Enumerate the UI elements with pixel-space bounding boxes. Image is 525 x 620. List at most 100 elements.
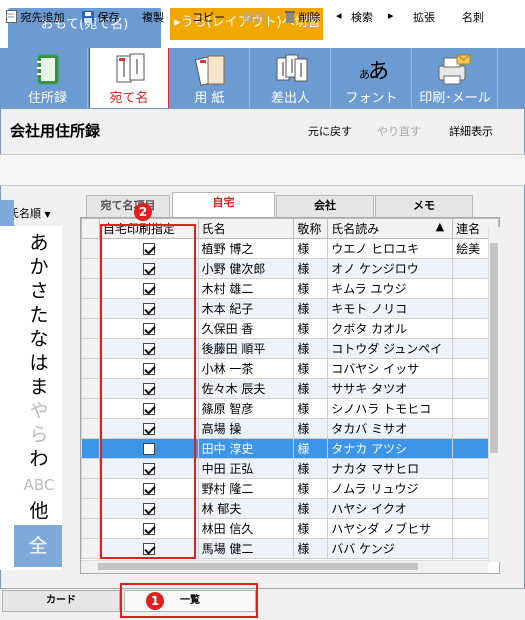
row-header[interactable] (81, 338, 100, 359)
reading-cell[interactable]: ハヤシダ ノブヒサ (327, 518, 454, 539)
name-cell[interactable]: 小林 一茶 (197, 358, 295, 379)
paper-icon (194, 55, 225, 86)
row-header[interactable] (81, 518, 100, 539)
honorific-cell[interactable]: 様 (293, 418, 329, 439)
row-header[interactable] (81, 318, 100, 339)
duplicate-button[interactable]: 複製 (142, 9, 164, 25)
row-header[interactable] (81, 238, 100, 259)
row-header[interactable] (81, 258, 100, 279)
ribbon-addressee-button[interactable]: 宛て名 (89, 48, 169, 108)
save-button[interactable]: 保存 (82, 9, 120, 25)
tab-addressee-fields[interactable]: 宛て名項目 (86, 195, 170, 217)
ribbon-sender-button[interactable]: 差出人 (251, 48, 331, 108)
row-header[interactable] (81, 398, 100, 419)
ribbon: 住所録 宛て名 用 紙 差出人 ああ フォント 印刷･メール (0, 48, 525, 108)
name-cell[interactable]: 小野 健次郎 (197, 258, 295, 279)
sort-order-select[interactable]: 氏名順 ▼ (8, 205, 51, 221)
honorific-cell[interactable]: 様 (293, 538, 329, 559)
ribbon-font-button[interactable]: ああ フォント (332, 48, 412, 108)
row-header[interactable] (81, 378, 100, 399)
undo-button[interactable]: 元に戻す (308, 123, 352, 139)
name-cell[interactable]: 後藤田 順平 (197, 338, 295, 359)
triangle-left-icon: ◂ (336, 9, 342, 22)
row-header[interactable] (81, 358, 100, 379)
search-prev-button[interactable]: ◂ (336, 9, 342, 22)
row-header[interactable] (81, 478, 100, 499)
honorific-cell[interactable]: 様 (293, 238, 329, 259)
reading-cell[interactable]: タカバ ミサオ (327, 418, 454, 439)
honorific-cell[interactable]: 様 (293, 298, 329, 319)
row-header[interactable] (81, 438, 100, 459)
name-cell[interactable]: 馬場 健二 (197, 538, 295, 559)
name-cell[interactable]: 木本 紀子 (197, 298, 295, 319)
search-button[interactable]: 検索 (351, 9, 373, 25)
redo-button[interactable]: やり直す (377, 123, 421, 139)
row-header[interactable] (81, 418, 100, 439)
horizontal-scroll-thumb[interactable] (98, 563, 418, 570)
honorific-cell[interactable]: 様 (293, 318, 329, 339)
ribbon-print-mail-button[interactable]: 印刷･メール (413, 48, 498, 108)
business-card-button[interactable]: 名刺 (462, 9, 484, 25)
add-address-button[interactable]: 宛先追加 (6, 9, 65, 25)
honorific-cell[interactable]: 様 (293, 378, 329, 399)
name-cell[interactable]: 高場 操 (197, 418, 295, 439)
honorific-cell[interactable]: 様 (293, 358, 329, 379)
tab-card-view[interactable]: カード (2, 590, 120, 612)
detail-view-button[interactable]: 詳細表示 (449, 123, 493, 139)
honorific-cell[interactable]: 様 (293, 398, 329, 419)
name-cell[interactable]: 林田 信久 (197, 518, 295, 539)
reading-cell[interactable]: シノハラ トモヒコ (327, 398, 454, 419)
honorific-cell[interactable]: 様 (293, 518, 329, 539)
name-cell[interactable]: 篠原 智彦 (197, 398, 295, 419)
reading-cell[interactable]: ノムラ リュウジ (327, 478, 454, 499)
name-cell[interactable]: 久保田 香 (197, 318, 295, 339)
index-all[interactable]: 全 (14, 525, 62, 567)
column-header-name[interactable]: 氏名 (197, 218, 295, 239)
tab-home[interactable]: 自宅 (172, 192, 275, 217)
honorific-cell[interactable]: 様 (293, 258, 329, 279)
name-cell[interactable]: 中田 正弘 (197, 458, 295, 479)
honorific-cell[interactable]: 様 (293, 478, 329, 499)
honorific-cell[interactable]: 様 (293, 458, 329, 479)
reading-cell[interactable]: コバヤシ イッサ (327, 358, 454, 379)
honorific-cell[interactable]: 様 (293, 278, 329, 299)
name-cell[interactable]: 林 郁夫 (197, 498, 295, 519)
name-cell[interactable]: 植野 博之 (197, 238, 295, 259)
expand-button[interactable]: 拡張 (413, 9, 435, 25)
reading-cell[interactable]: キモト ノリコ (327, 298, 454, 319)
reading-cell[interactable]: キムラ ユウジ (327, 278, 454, 299)
reading-cell[interactable]: オノ ケンジロウ (327, 258, 454, 279)
column-header-reading[interactable]: 氏名読み ▲ (327, 218, 454, 239)
row-header[interactable] (81, 538, 100, 559)
honorific-cell[interactable]: 様 (293, 438, 329, 459)
reading-cell[interactable]: コトウダ ジュンペイ (327, 338, 454, 359)
reading-cell[interactable]: ハヤシ イクオ (327, 498, 454, 519)
name-cell[interactable]: 野村 隆二 (197, 478, 295, 499)
column-header-honorific[interactable]: 敬称 (293, 218, 329, 239)
ribbon-paper-button[interactable]: 用 紙 (170, 48, 250, 108)
honorific-cell[interactable]: 様 (293, 338, 329, 359)
name-cell[interactable]: 佐々木 辰夫 (197, 378, 295, 399)
row-header[interactable] (81, 458, 100, 479)
delete-button[interactable]: 削除 (285, 9, 321, 25)
index-other[interactable]: 他 (22, 496, 56, 526)
search-next-button[interactable]: ▸ (388, 9, 394, 22)
honorific-cell[interactable]: 様 (293, 498, 329, 519)
row-header[interactable] (81, 298, 100, 319)
reading-cell[interactable]: ウエノ ヒロユキ (327, 238, 454, 259)
row-header[interactable] (81, 498, 100, 519)
tab-memo[interactable]: メモ (375, 195, 473, 217)
vertical-scroll-thumb[interactable] (490, 243, 498, 453)
reading-cell[interactable]: ササキ タツオ (327, 378, 454, 399)
row-header[interactable] (81, 278, 100, 299)
name-cell[interactable]: 田中 淳史 (197, 438, 295, 459)
reading-cell[interactable]: タナカ アツシ (327, 438, 454, 459)
reading-cell[interactable]: ババ ケンジ (327, 538, 454, 559)
name-cell[interactable]: 木村 雄二 (197, 278, 295, 299)
tab-company[interactable]: 会社 (276, 195, 374, 217)
paste-button[interactable]: 貼付 (243, 9, 265, 25)
reading-cell[interactable]: クボタ カオル (327, 318, 454, 339)
reading-cell[interactable]: ナカタ マサヒロ (327, 458, 454, 479)
ribbon-address-book-button[interactable]: 住所録 (8, 48, 88, 108)
copy-button[interactable]: コピー (192, 9, 225, 25)
